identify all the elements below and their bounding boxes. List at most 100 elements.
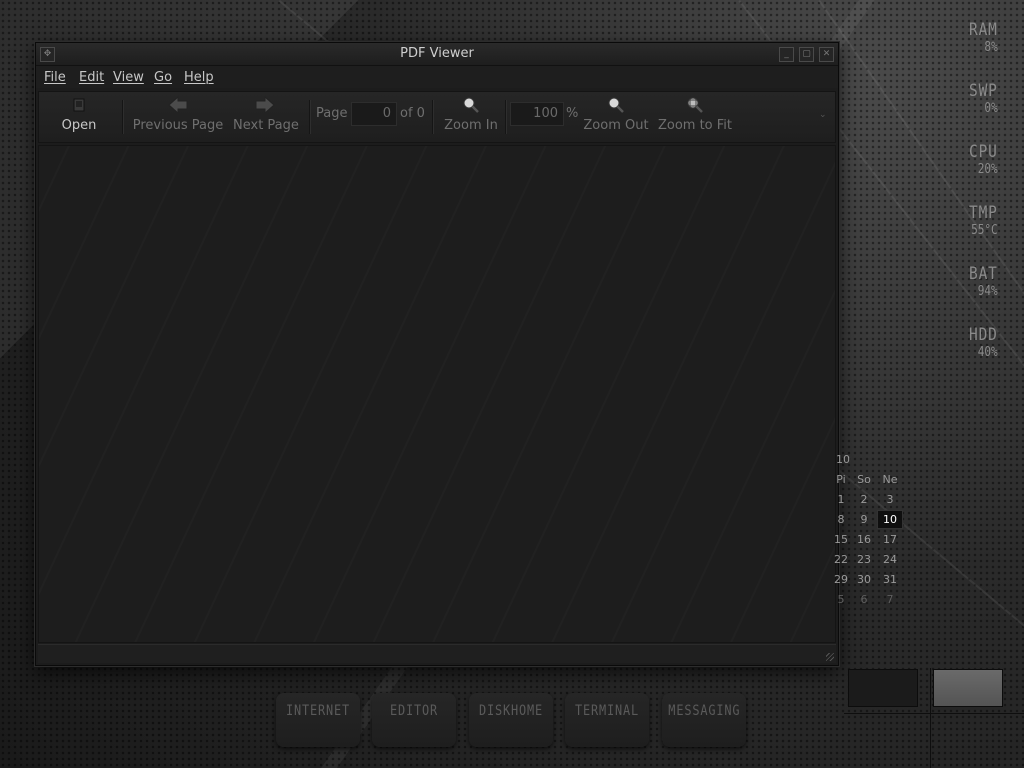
- toolbar-separator: [122, 100, 124, 134]
- dock-label: TERMINAL: [574, 703, 640, 719]
- workspace-divider: [844, 713, 1024, 714]
- monitor-swap: SWP 0%: [964, 81, 998, 116]
- monitor-battery: BAT 94%: [964, 264, 998, 299]
- zoom-in-icon: [463, 97, 479, 113]
- calendar-day[interactable]: 29: [830, 573, 852, 586]
- calendar-day-today[interactable]: 10: [877, 510, 903, 529]
- toolbar-separator: [309, 100, 311, 134]
- calendar-day[interactable]: 1: [830, 493, 852, 506]
- menu-edit[interactable]: Edit: [79, 70, 104, 85]
- calendar-day[interactable]: 9: [853, 513, 875, 526]
- zoom-out-button[interactable]: Zoom Out: [583, 96, 649, 133]
- calendar-day[interactable]: 24: [879, 553, 901, 566]
- calendar-day[interactable]: 16: [853, 533, 875, 546]
- calendar-day[interactable]: 30: [853, 573, 875, 586]
- calendar-day-next-month[interactable]: 6: [853, 593, 875, 606]
- zoom-out-label: Zoom Out: [583, 118, 649, 133]
- monitor-value: 20%: [978, 162, 998, 177]
- monitor-value: 94%: [978, 284, 998, 299]
- previous-page-label: Previous Page: [132, 118, 224, 133]
- calendar-day-next-month[interactable]: 5: [830, 593, 852, 606]
- monitor-label: RAM: [969, 20, 998, 40]
- calendar-day[interactable]: 22: [830, 553, 852, 566]
- maximize-icon: ▢: [802, 49, 811, 59]
- toolbar-separator: [505, 100, 507, 134]
- menu-help[interactable]: Help: [184, 70, 214, 85]
- monitor-hdd: HDD 40%: [964, 325, 998, 360]
- monitor-ram: RAM 8%: [964, 20, 998, 55]
- pdf-viewer-window: ✥ PDF Viewer _ ▢ ✕ File Edit View Go Hel…: [35, 42, 839, 666]
- monitor-value: 40%: [978, 345, 998, 360]
- toolbar-overflow-button[interactable]: ⌄: [819, 110, 829, 120]
- dock-messaging[interactable]: MESSAGING: [662, 693, 746, 747]
- zoom-to-fit-icon: [687, 97, 703, 113]
- calendar-weekday: Ne: [882, 473, 898, 486]
- toolbar: Open Previous Page Next Page Page 0 of 0: [38, 91, 836, 143]
- resize-grip-icon[interactable]: [826, 653, 834, 661]
- minimize-button[interactable]: _: [779, 47, 794, 62]
- workspace-2[interactable]: [933, 669, 1003, 707]
- monitor-cpu: CPU 20%: [964, 142, 998, 177]
- open-button[interactable]: Open: [57, 96, 101, 133]
- dock-diskhome[interactable]: DISKHOME: [469, 693, 553, 747]
- dock-label: INTERNET: [285, 703, 351, 719]
- menu-go[interactable]: Go: [154, 70, 172, 85]
- calendar-day[interactable]: 15: [830, 533, 852, 546]
- zoom-out-icon: [608, 97, 624, 113]
- calendar-day[interactable]: 3: [879, 493, 901, 506]
- arrow-right-icon: [255, 96, 275, 114]
- page-count-label: of 0: [400, 106, 425, 121]
- zoom-to-fit-button[interactable]: Zoom to Fit: [657, 96, 733, 133]
- calendar-header: 10: [836, 453, 850, 466]
- minimize-icon: _: [784, 49, 789, 59]
- next-page-button[interactable]: Next Page: [233, 96, 299, 133]
- arrow-left-icon: [168, 96, 188, 114]
- next-page-label: Next Page: [233, 118, 299, 133]
- monitor-label: BAT: [969, 264, 998, 284]
- monitor-value: 55°C: [971, 223, 998, 238]
- window-title: PDF Viewer: [400, 46, 474, 61]
- calendar-day[interactable]: 2: [853, 493, 875, 506]
- toolbar-separator: [432, 100, 434, 134]
- calendar-weekday: Pi: [836, 473, 846, 486]
- open-label: Open: [61, 118, 97, 133]
- page-label: Page: [316, 106, 348, 121]
- dock-label: EDITOR: [389, 703, 439, 719]
- menu-file[interactable]: File: [44, 70, 66, 85]
- menu-view[interactable]: View: [113, 70, 144, 85]
- page-number-input[interactable]: 0: [351, 102, 397, 126]
- calendar-day-next-month[interactable]: 7: [879, 593, 901, 606]
- calendar-day[interactable]: 23: [853, 553, 875, 566]
- zoom-percent-input[interactable]: 100: [510, 102, 564, 126]
- menu-bar: File Edit View Go Help: [36, 66, 838, 88]
- workspace-1[interactable]: [848, 669, 918, 707]
- zoom-to-fit-label: Zoom to Fit: [657, 118, 733, 133]
- title-bar[interactable]: ✥ PDF Viewer _ ▢ ✕: [36, 43, 838, 66]
- document-view[interactable]: [38, 145, 836, 643]
- maximize-button[interactable]: ▢: [799, 47, 814, 62]
- monitor-label: CPU: [969, 142, 998, 162]
- calendar-day[interactable]: 17: [879, 533, 901, 546]
- zoom-in-button[interactable]: Zoom In: [443, 96, 499, 133]
- dock-internet[interactable]: INTERNET: [276, 693, 360, 747]
- close-button[interactable]: ✕: [819, 47, 834, 62]
- monitor-value: 8%: [984, 40, 998, 55]
- zoom-unit-label: %: [566, 106, 579, 121]
- calendar-day[interactable]: 31: [879, 573, 901, 586]
- dock-terminal[interactable]: TERMINAL: [565, 693, 649, 747]
- close-icon: ✕: [822, 49, 831, 59]
- calendar-weekday: So: [857, 473, 871, 486]
- zoom-in-label: Zoom In: [444, 118, 498, 133]
- dock-editor[interactable]: EDITOR: [372, 693, 456, 747]
- chevron-double-down-icon: ⌄: [819, 110, 827, 120]
- calendar-day[interactable]: 8: [830, 513, 852, 526]
- monitor-value: 0%: [984, 101, 998, 116]
- status-bar: [38, 644, 836, 663]
- monitor-label: TMP: [969, 203, 998, 223]
- dock-label: MESSAGING: [668, 703, 741, 719]
- open-file-icon: [73, 98, 85, 112]
- monitor-temperature: TMP 55°C: [964, 203, 998, 238]
- workspace-divider: [930, 668, 931, 768]
- previous-page-button[interactable]: Previous Page: [131, 96, 225, 133]
- dock-label: DISKHOME: [478, 703, 544, 719]
